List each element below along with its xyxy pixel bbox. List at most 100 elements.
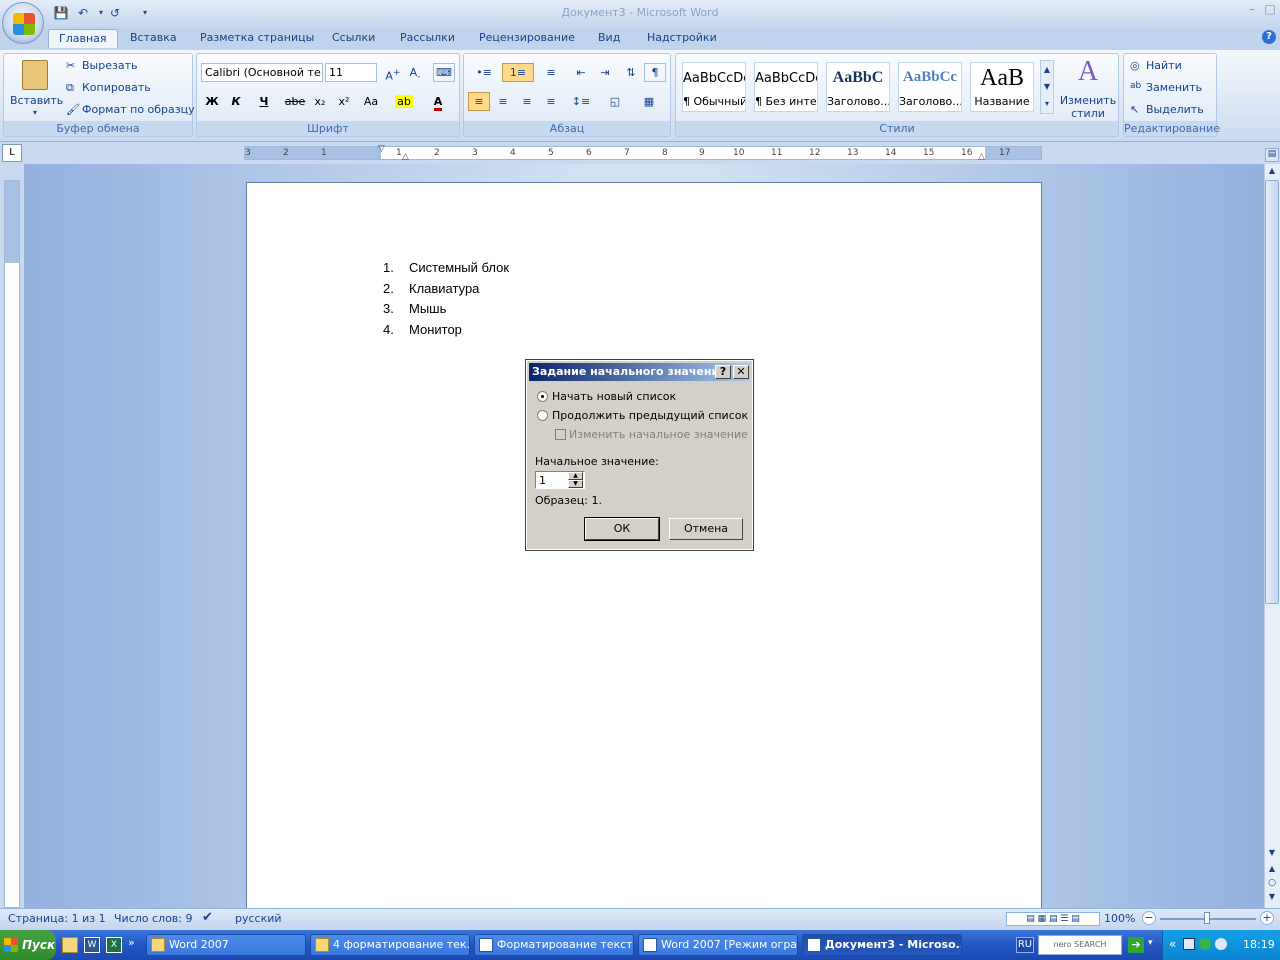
tab-view[interactable]: Вид bbox=[588, 29, 630, 48]
clock[interactable]: 18:19 bbox=[1243, 938, 1275, 951]
zoom-level[interactable]: 100% bbox=[1104, 912, 1135, 925]
list-item[interactable]: 4. Монитор bbox=[383, 322, 462, 337]
sync-icon[interactable] bbox=[1215, 938, 1227, 950]
bullets-icon[interactable]: •≡ bbox=[468, 63, 500, 82]
tab-insert[interactable]: Вставка bbox=[120, 29, 187, 48]
first-line-indent-marker[interactable]: ▽ bbox=[378, 144, 385, 154]
quicklaunch-excel-icon[interactable]: X bbox=[106, 937, 122, 953]
tray-expand-icon[interactable]: « bbox=[1169, 937, 1176, 951]
right-indent-marker[interactable]: △ bbox=[978, 152, 985, 162]
language-status[interactable]: русский bbox=[235, 912, 282, 925]
browse-object-icon[interactable]: ○ bbox=[1265, 878, 1279, 890]
spin-down-icon[interactable]: ▼ bbox=[568, 480, 583, 488]
show-formatting-icon[interactable]: ¶ bbox=[644, 63, 666, 82]
highlight-icon[interactable]: ab bbox=[389, 92, 419, 111]
subscript-button[interactable]: x₂ bbox=[309, 92, 331, 111]
style-normal[interactable]: AaBbCcDc ¶ Обычный bbox=[682, 62, 746, 112]
style-heading1[interactable]: AaBbC Заголово... bbox=[826, 62, 890, 112]
clear-format-icon[interactable]: ⌨ bbox=[433, 63, 455, 82]
taskbar-item[interactable]: Word 2007 bbox=[146, 934, 306, 956]
justify-icon[interactable]: ≡ bbox=[540, 92, 562, 111]
taskbar-item[interactable]: 4 форматирование тек... bbox=[310, 934, 470, 956]
align-center-icon[interactable]: ≡ bbox=[492, 92, 514, 111]
tab-review[interactable]: Рецензирование bbox=[469, 29, 585, 48]
tab-addins[interactable]: Надстройки bbox=[637, 29, 727, 48]
cancel-button[interactable]: Отмена bbox=[669, 518, 743, 540]
next-page-icon[interactable]: ▼ bbox=[1265, 892, 1279, 904]
taskbar-item[interactable]: Форматирование текст... bbox=[474, 934, 634, 956]
zoom-in-icon[interactable]: + bbox=[1260, 911, 1274, 925]
replace-button[interactable]: ab Заменить bbox=[1128, 79, 1214, 98]
maximize-button[interactable]: □ bbox=[1258, 2, 1280, 18]
style-no-spacing[interactable]: AaBbCcDc ¶ Без инте... bbox=[754, 62, 818, 112]
increase-indent-icon[interactable]: ⇥ bbox=[594, 63, 616, 82]
cut-button[interactable]: ✂ Вырезать bbox=[64, 57, 192, 76]
tab-mailings[interactable]: Рассылки bbox=[390, 29, 465, 48]
superscript-button[interactable]: x² bbox=[333, 92, 355, 111]
horizontal-ruler[interactable]: 3 2 1 1 2 3 4 5 6 7 8 9 10 11 12 13 14 1… bbox=[244, 146, 1042, 160]
align-left-icon[interactable]: ≡ bbox=[468, 92, 490, 111]
word-count[interactable]: Число слов: 9 bbox=[114, 912, 193, 925]
italic-button[interactable]: К bbox=[225, 92, 247, 111]
zoom-out-icon[interactable]: − bbox=[1142, 911, 1156, 925]
strikethrough-button[interactable]: abe bbox=[283, 92, 307, 111]
language-indicator[interactable]: RU bbox=[1016, 937, 1034, 953]
style-heading2[interactable]: AaBbCc Заголово... bbox=[898, 62, 962, 112]
quicklaunch-folder-icon[interactable] bbox=[62, 937, 78, 953]
find-button[interactable]: ◎ Найти bbox=[1128, 57, 1214, 76]
search-go-icon[interactable]: ➔ bbox=[1128, 937, 1144, 953]
scroll-up-icon[interactable]: ▲ bbox=[1265, 166, 1279, 178]
copy-button[interactable]: ⧉ Копировать bbox=[64, 79, 192, 98]
style-title[interactable]: AaB Название bbox=[970, 62, 1034, 112]
select-button[interactable]: ↖ Выделить bbox=[1128, 101, 1214, 120]
customize-qat-icon[interactable]: ▾ bbox=[136, 4, 154, 22]
taskbar-item-active[interactable]: Документ3 - Microso... bbox=[802, 934, 962, 956]
shading-icon[interactable]: ◱ bbox=[600, 92, 630, 111]
grow-font-icon[interactable]: A+ bbox=[383, 63, 403, 83]
change-case-button[interactable]: Aa bbox=[357, 92, 385, 111]
styles-scroll[interactable]: ▲ ▼ ▾ bbox=[1040, 60, 1054, 114]
network-icon[interactable] bbox=[1183, 938, 1195, 950]
quicklaunch-more-icon[interactable]: » bbox=[128, 936, 135, 949]
sort-icon[interactable]: ⇅ bbox=[620, 63, 642, 82]
change-styles-button[interactable]: A Изменить стили bbox=[1058, 56, 1118, 120]
view-buttons[interactable]: ▤ ▦ ▤ ☰ ▤ bbox=[1006, 912, 1100, 926]
page-count[interactable]: Страница: 1 из 1 bbox=[8, 912, 106, 925]
new-list-radio[interactable] bbox=[537, 391, 548, 402]
font-name-select[interactable]: Calibri (Основной те bbox=[201, 63, 323, 82]
dialog-help-button[interactable]: ? bbox=[715, 365, 731, 379]
security-icon[interactable] bbox=[1199, 938, 1211, 950]
scroll-thumb[interactable] bbox=[1265, 180, 1279, 604]
start-value-input[interactable]: 1 ▲ ▼ bbox=[535, 471, 585, 489]
line-spacing-icon[interactable]: ↕≡ bbox=[566, 92, 596, 111]
office-button[interactable] bbox=[2, 2, 44, 44]
continue-list-radio[interactable] bbox=[537, 410, 548, 421]
paste-button[interactable]: Вставить ▾ bbox=[10, 58, 63, 120]
tab-selector-icon[interactable]: L bbox=[2, 144, 22, 162]
scroll-down-icon[interactable]: ▼ bbox=[1265, 848, 1279, 860]
vertical-ruler[interactable] bbox=[4, 180, 20, 908]
help-icon[interactable]: ? bbox=[1262, 30, 1276, 44]
previous-page-icon[interactable]: ▲ bbox=[1265, 864, 1279, 876]
bold-button[interactable]: Ж bbox=[201, 92, 223, 111]
underline-button[interactable]: Ч bbox=[249, 92, 279, 111]
format-painter-button[interactable]: 🖌 Формат по образцу bbox=[64, 101, 195, 120]
ok-button[interactable]: ОК bbox=[584, 517, 660, 541]
save-icon[interactable]: 💾 bbox=[52, 4, 70, 22]
search-dropdown-icon[interactable]: ▾ bbox=[1148, 938, 1153, 948]
decrease-indent-icon[interactable]: ⇤ bbox=[570, 63, 592, 82]
hanging-indent-marker[interactable]: △ bbox=[402, 152, 409, 162]
zoom-slider-thumb[interactable] bbox=[1204, 912, 1210, 924]
taskbar-item[interactable]: Word 2007 [Режим огра... bbox=[638, 934, 798, 956]
align-right-icon[interactable]: ≡ bbox=[516, 92, 538, 111]
list-item[interactable]: 1. Системный блок bbox=[383, 260, 509, 275]
nero-search-box[interactable]: nero SEARCH bbox=[1038, 935, 1122, 955]
list-item[interactable]: 2. Клавиатура bbox=[383, 281, 479, 296]
shrink-font-icon[interactable]: A- bbox=[405, 63, 425, 82]
start-button[interactable]: Пуск bbox=[0, 930, 56, 960]
list-item[interactable]: 3. Мышь bbox=[383, 301, 446, 316]
numbering-icon[interactable]: 1≡ bbox=[502, 63, 534, 82]
spin-up-icon[interactable]: ▲ bbox=[568, 472, 583, 480]
tab-references[interactable]: Ссылки bbox=[322, 29, 385, 48]
redo-icon[interactable]: ↺ bbox=[106, 4, 124, 22]
